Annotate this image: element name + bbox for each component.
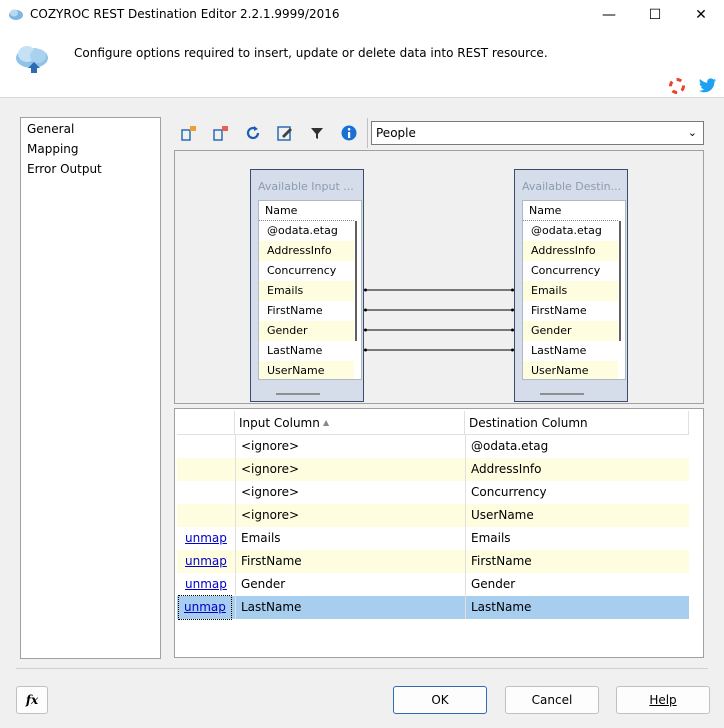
cancel-button[interactable]: Cancel (505, 686, 599, 714)
lifebuoy-icon[interactable] (669, 78, 685, 94)
chevron-down-icon: ⌄ (687, 126, 697, 139)
grid-header-input-label: Input Column (239, 416, 320, 430)
edit-icon[interactable] (276, 124, 294, 142)
destination-column-cell[interactable]: Concurrency (471, 481, 547, 504)
resource-select[interactable]: People ⌄ (371, 121, 704, 145)
sort-ascending-icon: ▲ (323, 418, 330, 427)
destination-box-title: Available Destin... (522, 180, 622, 193)
input-column-item[interactable]: LastName (259, 341, 354, 361)
input-box-hscrollbar[interactable] (276, 393, 320, 395)
input-box-title: Available Input ... (258, 180, 354, 193)
table-row[interactable]: <ignore> Concurrency (177, 481, 689, 504)
input-column-item[interactable]: AddressInfo (259, 241, 354, 261)
destination-column-cell[interactable]: AddressInfo (471, 458, 542, 481)
input-column-cell[interactable]: Gender (241, 573, 285, 596)
input-list-scrollbar[interactable] (355, 221, 357, 341)
twitter-icon[interactable] (699, 78, 717, 93)
destination-column-cell[interactable]: Emails (471, 527, 511, 550)
cloud-app-icon (9, 9, 23, 20)
input-column-cell[interactable]: <ignore> (241, 435, 299, 458)
table-row-selected[interactable]: unmap LastName LastName (177, 595, 689, 620)
input-column-item[interactable]: Concurrency (259, 261, 354, 281)
destination-column-item[interactable]: FirstName (523, 301, 618, 321)
destination-column-cell[interactable]: @odata.etag (471, 435, 548, 458)
footer-separator (16, 668, 708, 669)
input-column-cell[interactable]: <ignore> (241, 481, 299, 504)
destination-column-item[interactable]: Concurrency (523, 261, 618, 281)
filter-icon[interactable] (308, 124, 326, 142)
mapping-grid: Input Column ▲ Destination Column <ignor… (174, 408, 704, 658)
input-column-item[interactable]: Gender (259, 321, 354, 341)
table-row[interactable]: <ignore> UserName (177, 504, 689, 527)
minimize-button[interactable]: — (586, 0, 632, 30)
unmap-link[interactable]: unmap (185, 527, 227, 550)
destination-list-scrollbar[interactable] (619, 221, 621, 341)
input-columns-list: Name @odata.etag AddressInfo Concurrency… (258, 200, 362, 380)
ok-button[interactable]: OK (393, 686, 487, 714)
resource-select-value: People (376, 126, 416, 140)
input-column-item[interactable]: @odata.etag (259, 221, 354, 241)
table-row[interactable]: unmap Gender Gender (177, 573, 689, 596)
input-column-cell[interactable]: FirstName (241, 550, 302, 573)
unmap-link[interactable]: unmap (185, 550, 227, 573)
destination-column-item[interactable]: LastName (523, 341, 618, 361)
unmap-link[interactable]: unmap (185, 573, 227, 596)
window-title: COZYROC REST Destination Editor 2.2.1.99… (30, 7, 340, 21)
header-panel (0, 30, 724, 98)
nav-panel: General Mapping Error Output (20, 117, 161, 659)
refresh-icon[interactable] (244, 124, 262, 142)
input-column-cell[interactable]: <ignore> (241, 504, 299, 527)
grid-header-input-column[interactable]: Input Column ▲ (235, 411, 465, 435)
destination-box-hscrollbar[interactable] (540, 393, 584, 395)
grid-header-destination-column[interactable]: Destination Column (465, 411, 689, 435)
destination-columns-list: Name @odata.etag AddressInfo Concurrency… (522, 200, 626, 380)
mapping-lines (364, 288, 514, 352)
input-column-item[interactable]: UserName (259, 361, 354, 379)
nav-item-general[interactable]: General (27, 122, 74, 136)
nav-item-error-output[interactable]: Error Output (27, 162, 102, 176)
destination-list-header: Name (523, 201, 618, 221)
close-button[interactable]: ✕ (678, 0, 724, 30)
destination-column-cell[interactable]: FirstName (471, 550, 532, 573)
input-column-cell[interactable]: LastName (241, 596, 301, 619)
destination-column-item[interactable]: @odata.etag (523, 221, 618, 241)
cloud-upload-icon (16, 46, 48, 73)
unmap-link[interactable]: unmap (178, 595, 232, 620)
destination-column-cell[interactable]: Gender (471, 573, 515, 596)
nav-item-mapping[interactable]: Mapping (27, 142, 79, 156)
info-icon[interactable] (340, 124, 358, 142)
clear-mapping-icon[interactable] (212, 124, 230, 142)
input-column-item[interactable]: Emails (259, 281, 354, 301)
expression-button[interactable]: fx (16, 686, 48, 714)
input-column-item[interactable]: FirstName (259, 301, 354, 321)
table-row[interactable]: unmap FirstName FirstName (177, 550, 689, 573)
grid-header-action (177, 411, 235, 435)
auto-map-icon[interactable] (180, 124, 198, 142)
destination-column-item[interactable]: Emails (523, 281, 618, 301)
destination-columns-box[interactable]: Available Destin... Name @odata.etag Add… (514, 169, 628, 402)
destination-column-item[interactable]: AddressInfo (523, 241, 618, 261)
input-column-cell[interactable]: <ignore> (241, 458, 299, 481)
input-column-cell[interactable]: Emails (241, 527, 281, 550)
table-row[interactable]: unmap Emails Emails (177, 527, 689, 550)
input-columns-box[interactable]: Available Input ... Name @odata.etag Add… (250, 169, 364, 402)
destination-column-item[interactable]: UserName (523, 361, 618, 379)
input-list-header: Name (259, 201, 354, 221)
help-button[interactable]: Help (616, 686, 710, 714)
toolbar-separator (367, 118, 368, 148)
header-description: Configure options required to insert, up… (74, 46, 548, 60)
maximize-button[interactable]: ☐ (632, 0, 678, 30)
destination-column-cell[interactable]: LastName (471, 596, 531, 619)
destination-column-cell[interactable]: UserName (471, 504, 534, 527)
destination-column-item[interactable]: Gender (523, 321, 618, 341)
table-row[interactable]: <ignore> @odata.etag (177, 435, 689, 458)
table-row[interactable]: <ignore> AddressInfo (177, 458, 689, 481)
